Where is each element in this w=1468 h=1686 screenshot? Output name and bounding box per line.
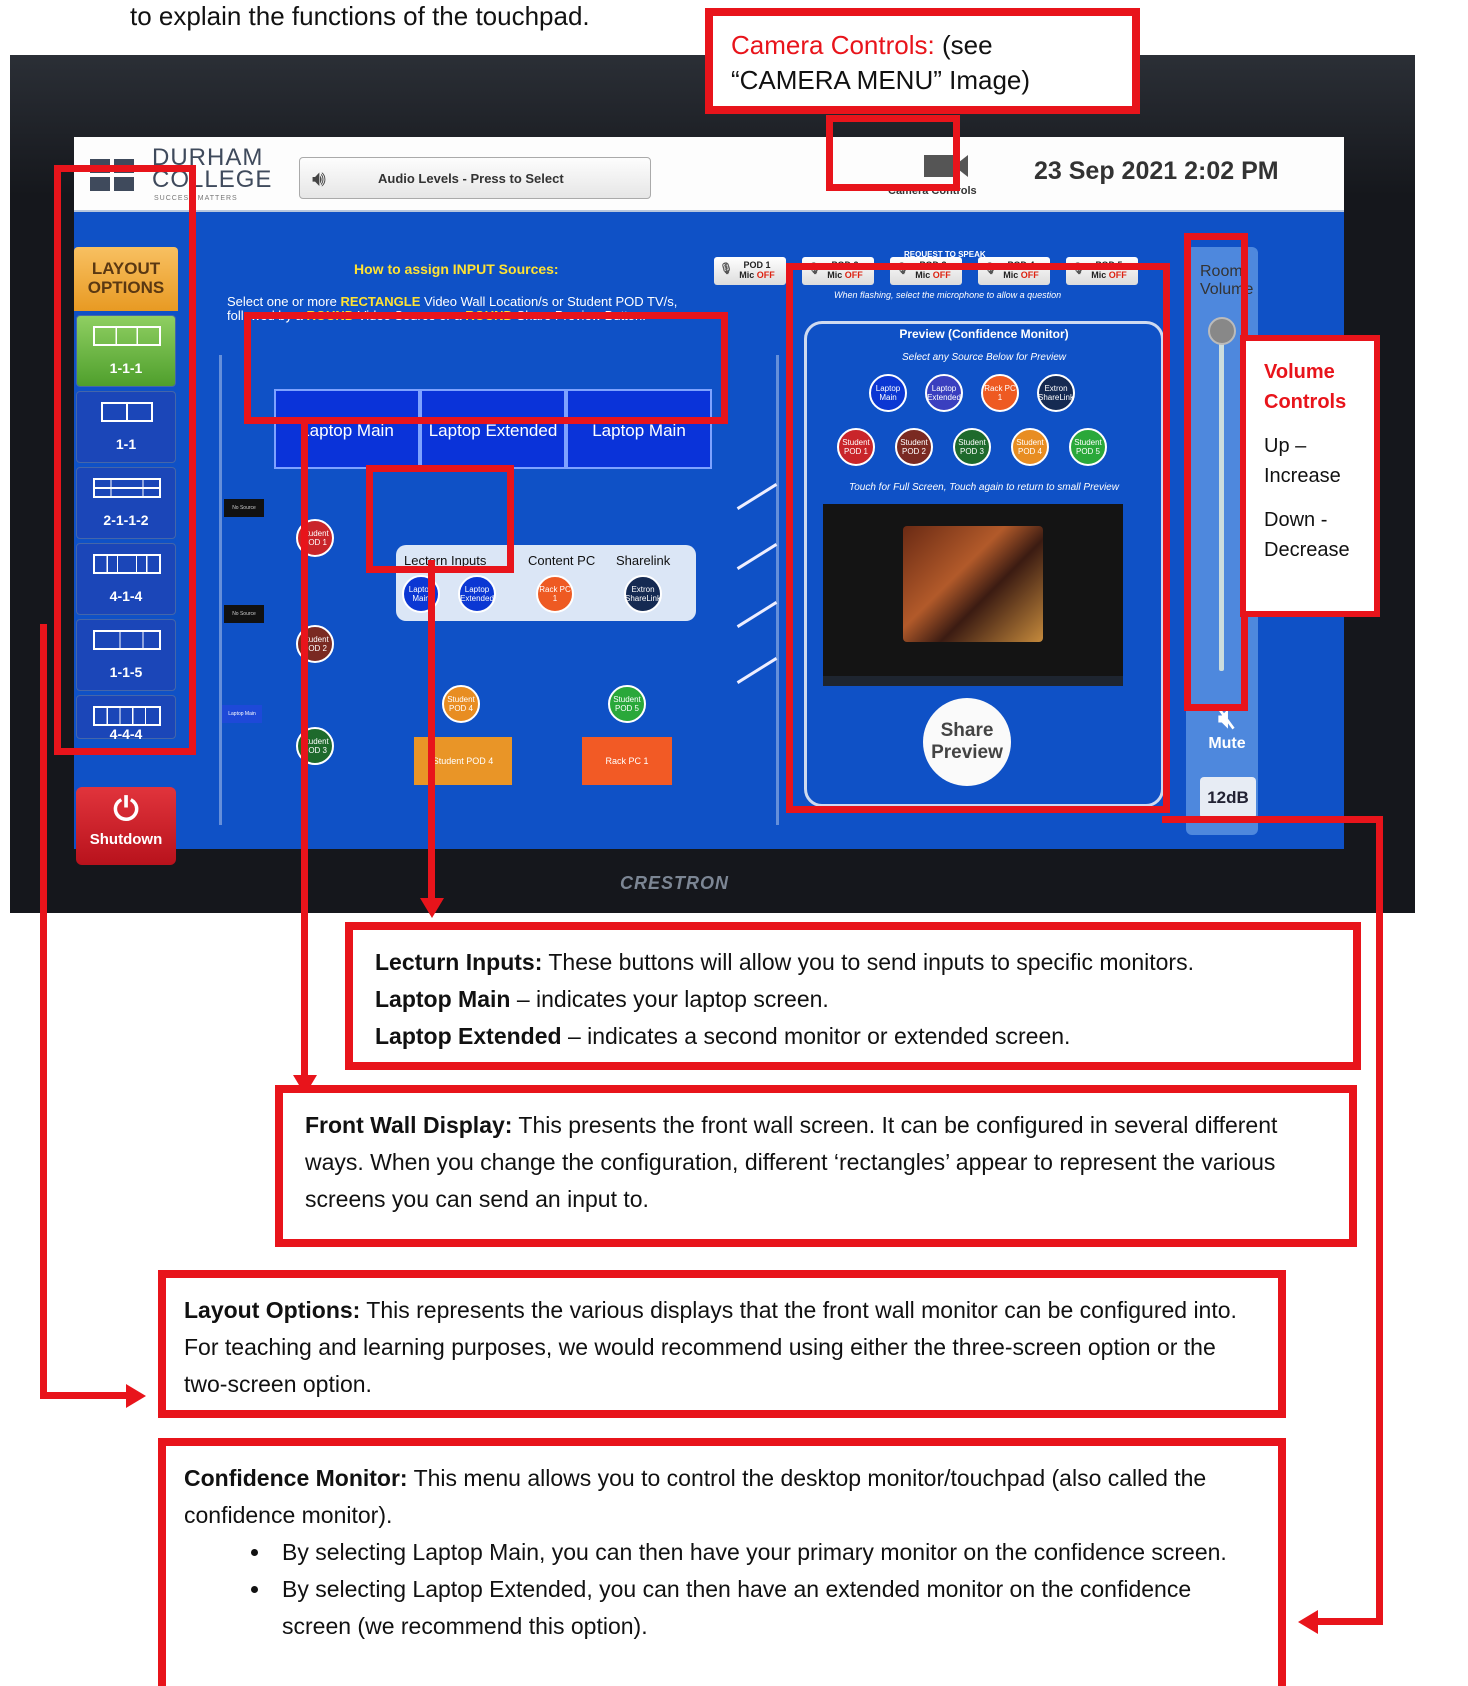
volume-controls-callout: Volume Controls Up – Increase Down - Dec…	[1240, 335, 1380, 617]
arrow-right-icon	[126, 1384, 146, 1408]
touchpad-photo: DURHAM COLLEGE SUCCESS MATTERS 🔊︎ Audio …	[10, 55, 1415, 913]
speaker-icon: 🔊︎	[312, 166, 326, 191]
highlight-lectern-inputs	[366, 465, 514, 573]
howto-title: How to assign INPUT Sources:	[354, 261, 559, 277]
highlight-front-wall	[244, 312, 728, 424]
pod-tv-no-source[interactable]: No Source	[224, 605, 264, 623]
connector-front-wall	[301, 420, 308, 1082]
front-wall-callout: Front Wall Display: This presents the fr…	[275, 1085, 1357, 1247]
pod-tv-laptop-main[interactable]: Laptop Main	[222, 705, 262, 723]
microphone-icon: 🎙︎	[719, 263, 733, 275]
bullet-item: By selecting Laptop Main, you can then h…	[272, 1534, 1260, 1571]
highlight-camera-controls	[826, 115, 960, 191]
connector-confidence	[1376, 816, 1383, 1624]
highlight-volume	[1184, 233, 1248, 711]
bullet-item: By selecting Laptop Extended, you can th…	[272, 1571, 1260, 1645]
connector-confidence-end	[1316, 1618, 1383, 1625]
content-pc-label: Content PC	[528, 553, 596, 568]
layout-options-callout: Layout Options: This represents the vari…	[158, 1270, 1286, 1418]
date-time: 23 Sep 2021 2:02 PM	[1034, 157, 1279, 185]
mute-label: Mute	[1208, 735, 1246, 752]
arrow-down-icon	[420, 898, 444, 918]
pod1-mic-button[interactable]: 🎙︎ POD 1 Mic OFF	[714, 257, 786, 285]
connector-lectern	[428, 560, 435, 905]
student-pod4-source[interactable]: Student POD 4	[442, 685, 480, 723]
sharelink-extron-button[interactable]: Extron ShareLink	[624, 575, 662, 613]
audio-levels-button[interactable]: 🔊︎ Audio Levels - Press to Select	[299, 157, 651, 199]
intro-text: to explain the functions of the touchpad…	[130, 1, 590, 31]
volume-level: 12dB	[1200, 777, 1256, 819]
highlight-layout-options	[54, 165, 196, 755]
power-icon: ⏻	[113, 791, 139, 827]
student-pod5-source[interactable]: Student POD 5	[608, 685, 646, 723]
pod-tv-no-source[interactable]: No Source	[224, 499, 264, 517]
crestron-logo: CRESTRON	[620, 873, 730, 893]
confidence-monitor-callout: Confidence Monitor: This menu allows you…	[158, 1438, 1286, 1686]
lectern-inputs-callout: Lecturn Inputs: These buttons will allow…	[345, 922, 1361, 1070]
confidence-bullets: By selecting Laptop Main, you can then h…	[184, 1534, 1260, 1645]
audio-levels-label: Audio Levels - Press to Select	[378, 171, 564, 186]
header-bar: DURHAM COLLEGE SUCCESS MATTERS 🔊︎ Audio …	[74, 137, 1344, 212]
connector-confidence-h	[1162, 816, 1382, 823]
connector-layout	[40, 624, 47, 1398]
sharelink-label: Sharelink	[616, 553, 671, 568]
shutdown-label: Shutdown	[89, 831, 163, 848]
arrow-left-icon	[1298, 1610, 1318, 1634]
highlight-preview-panel	[786, 263, 1170, 813]
connector-layout-h	[40, 1392, 128, 1399]
rack-pc1-screen[interactable]: Rack PC 1	[582, 737, 672, 785]
shutdown-button[interactable]: ⏻ Shutdown	[76, 787, 176, 865]
camera-controls-callout: Camera Controls: (see “CAMERA MENU” Imag…	[705, 8, 1140, 114]
content-rack-pc-button[interactable]: Rack PC 1	[536, 575, 574, 613]
lectern-laptop-extended-button[interactable]: Laptop Extended	[458, 575, 496, 613]
